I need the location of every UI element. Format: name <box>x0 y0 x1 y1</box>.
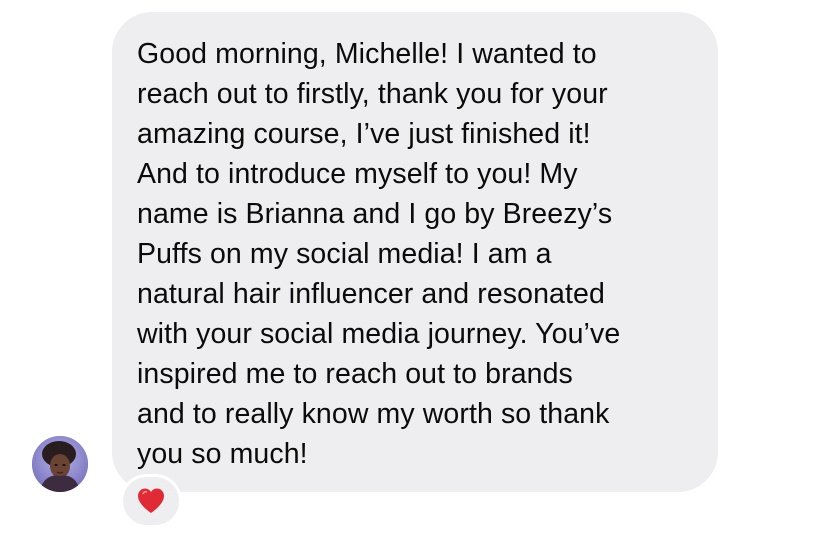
message-text: Good morning, Michelle! I wanted to reac… <box>137 38 621 470</box>
avatar-photo <box>32 436 88 492</box>
message-bubble[interactable]: Good morning, Michelle! I wanted to reac… <box>112 12 718 492</box>
sender-avatar[interactable] <box>32 436 88 492</box>
heart-icon <box>138 488 164 513</box>
reaction-badge[interactable] <box>120 474 182 528</box>
